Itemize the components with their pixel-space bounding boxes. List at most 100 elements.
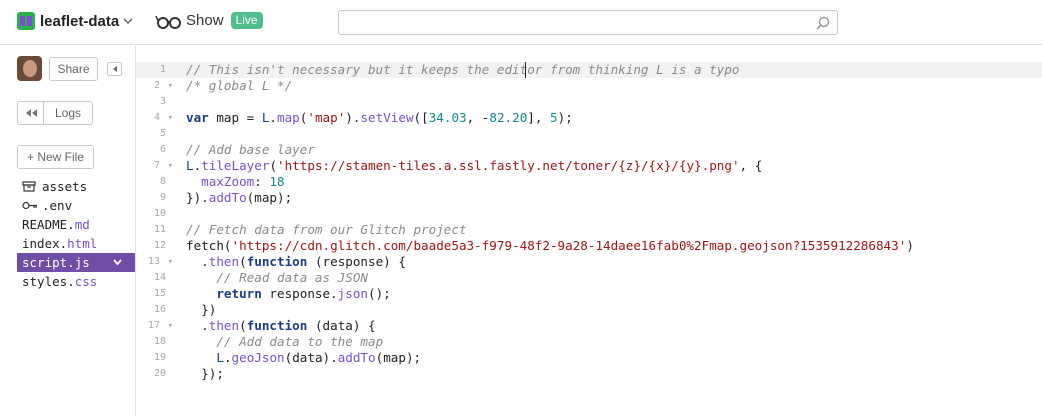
code-line[interactable]: 14 // Read data as JSON [136,270,1042,286]
code-token: 5 [550,110,558,125]
code-token: geoJson [231,350,285,365]
code-token: ([ [413,110,429,125]
project-name: leaflet-data [40,12,120,30]
code-line[interactable]: 5 [136,126,1042,142]
line-number: 18 [153,336,166,347]
code-token: // Fetch data from our Glitch project [186,222,467,237]
code-token: then [208,318,240,333]
fold-toggle-icon[interactable]: ▾ [161,318,173,334]
code-token: ) [906,238,914,253]
code-token: /* global L */ [186,78,293,93]
fold-toggle-icon[interactable]: ▾ [161,254,173,270]
code-token: (map); [375,350,422,365]
file-name: script. [22,255,75,270]
code-text: }).addTo(map); [186,190,292,206]
file-item[interactable]: .env [0,196,135,215]
code-text: L.tileLayer('https://stamen-tiles.a.ssl.… [186,158,762,174]
code-line[interactable]: 20 }); [136,366,1042,382]
file-item[interactable]: script. js [17,253,135,272]
code-token: 34.03 [428,110,467,125]
line-number: 16 [153,304,166,315]
code-token: , - [466,110,490,125]
file-extension: css [74,274,98,289]
file-item[interactable]: README. md [0,215,135,234]
code-line[interactable]: 11 // Fetch data from our Glitch project [136,222,1042,238]
search-input[interactable] [339,11,809,34]
code-token: ], [527,110,551,125]
line-number: 7 [153,160,160,171]
share-button[interactable]: Share [49,57,98,81]
code-token: : [254,174,270,189]
code-line[interactable]: 13 ▾ .then(function (response) { [136,254,1042,270]
new-file-button[interactable]: + New File [17,145,94,169]
file-item[interactable]: index. html [0,234,135,253]
project-menu[interactable]: leaflet-data [17,12,133,30]
code-line[interactable]: 3 [136,94,1042,110]
code-token: function [246,318,308,333]
line-number: 11 [153,224,166,235]
code-token: 'map' [307,110,346,125]
code-token: L [216,350,224,365]
file-name: index. [22,236,68,251]
logs-button[interactable]: Logs [17,101,93,125]
box-icon [22,181,36,192]
code-text: // Fetch data from our Glitch project [186,222,467,238]
code-text: // Add base layer [186,142,315,158]
code-token: tileLayer [201,158,270,173]
sidebar: Share Logs + New File assets .env README. m… [0,46,136,416]
code-text: .then(function (response) { [186,254,406,270]
code-token: (data). [284,350,338,365]
code-line[interactable]: 7 ▾ L.tileLayer('https://stamen-tiles.a.ss… [136,158,1042,174]
code-line[interactable]: 18 // Add data to the map [136,334,1042,350]
code-line[interactable]: 12 fetch('https://cdn.glitch.com/baade5a3… [136,238,1042,254]
new-file-label: + New File [26,150,85,164]
user-avatar[interactable] [17,56,42,81]
triangle-left-icon [112,66,117,72]
key-icon [22,201,37,210]
code-line[interactable]: 19 L.geoJson(data).addTo(map); [136,350,1042,366]
collapse-sidebar-button[interactable] [107,62,122,76]
line-number: 20 [153,368,166,379]
code-token: ). [345,110,361,125]
code-token: ); [557,110,573,125]
fold-toggle-icon[interactable]: ▾ [161,110,173,126]
code-token: (response) { [307,254,406,269]
file-name: README. [22,217,75,232]
search-icon[interactable] [816,16,830,30]
code-token: ( [239,318,247,333]
chevron-down-icon[interactable] [113,259,122,266]
file-item[interactable]: styles. css [0,272,135,291]
code-line[interactable]: 8 maxZoom: 18 [136,174,1042,190]
file-item[interactable]: assets [0,177,135,196]
code-line[interactable]: 4 ▾ var map = L.map('map').setView([34.03,… [136,110,1042,126]
fold-toggle-icon[interactable]: ▾ [161,78,173,94]
line-number: 12 [153,240,166,251]
code-token: 'https://stamen-tiles.a.ssl.fastly.net/t… [277,158,740,173]
code-line[interactable]: 10 [136,206,1042,222]
file-name: .env [42,198,73,213]
code-token: // Add base layer [186,142,315,157]
code-token: fetch( [186,238,232,253]
code-line[interactable]: 16 }) [136,302,1042,318]
code-text: var map = L.map('map').setView([34.03, -… [186,110,573,126]
code-editor[interactable]: 1 // This isn't necessary but it keeps th… [136,46,1042,416]
code-token: L [186,158,194,173]
logs-label: Logs [54,106,82,120]
fold-toggle-icon[interactable]: ▾ [161,158,173,174]
code-line[interactable]: 9}).addTo(map); [136,190,1042,206]
code-line[interactable]: 1 // This isn't necessary but it keeps th… [136,62,1042,78]
code-line[interactable]: 17 ▾ .then(function (data) { [136,318,1042,334]
code-line[interactable]: 6 // Add base layer [136,142,1042,158]
show-button[interactable]: Show Live [155,12,263,29]
code-line[interactable]: 15 return response.json(); [136,286,1042,302]
code-token: maxZoom [201,174,255,189]
top-bar: leaflet-data Show Live [0,0,1042,45]
code-line[interactable]: 2 ▾ /* global L */ [136,78,1042,94]
code-text: L.geoJson(data).addTo(map); [186,350,421,366]
line-number: 10 [153,208,166,219]
rewind-icon [18,102,44,124]
code-token: json [337,286,369,301]
